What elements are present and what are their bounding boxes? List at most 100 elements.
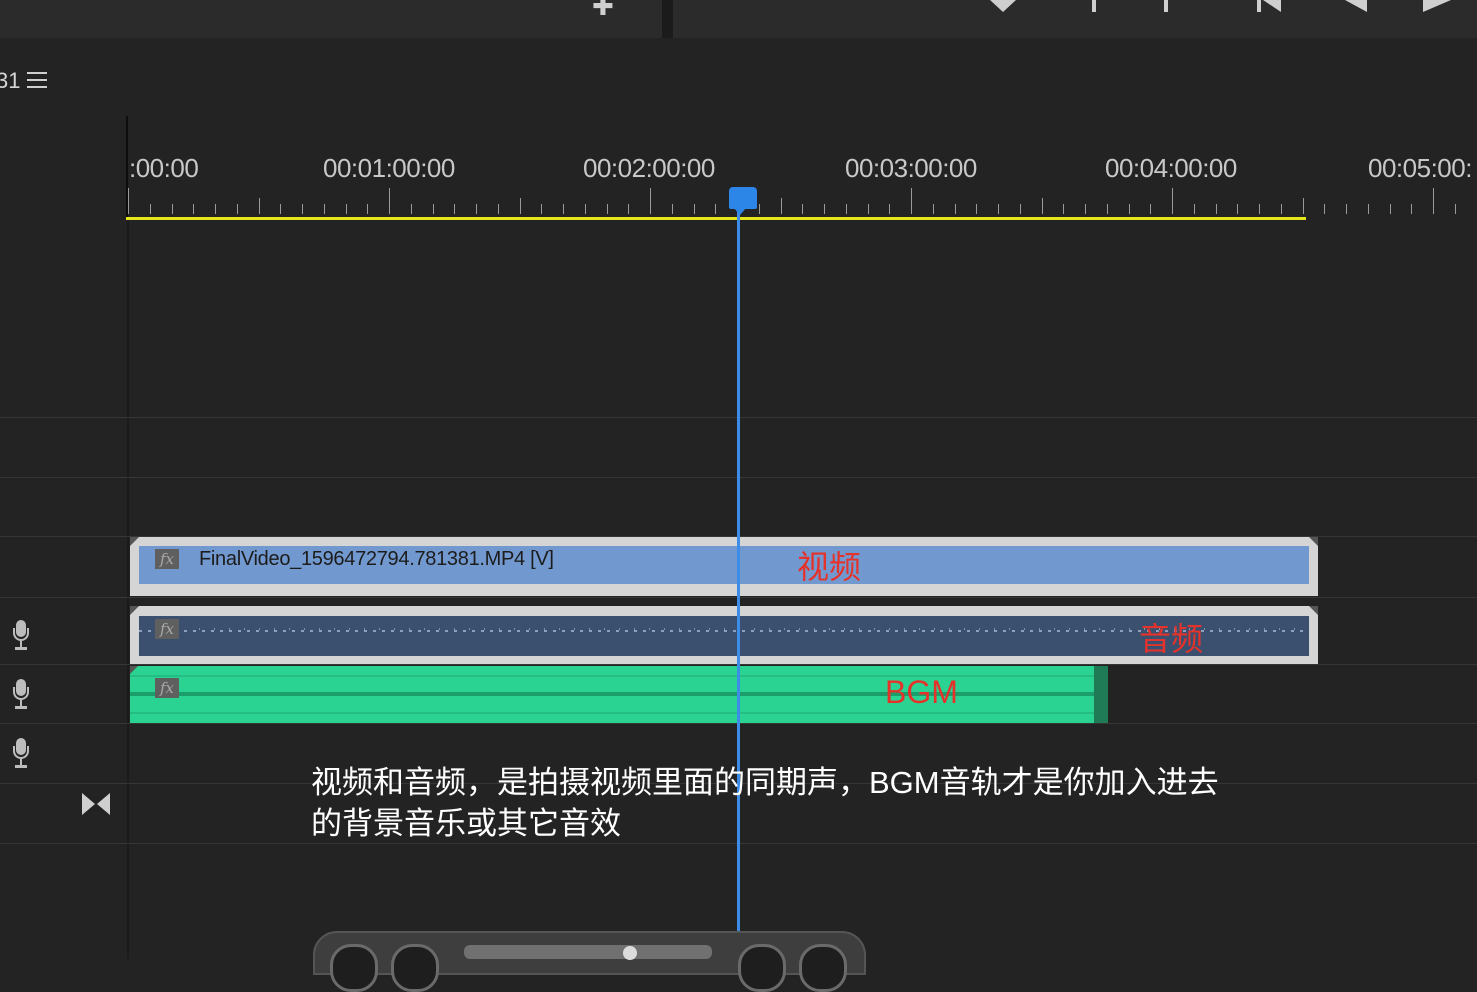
- work-area-bar[interactable]: [126, 217, 1306, 220]
- ruler-tick: [1150, 204, 1151, 214]
- clip-corner: [130, 537, 139, 546]
- clip-corner: [1309, 606, 1318, 615]
- ruler-tick: [1455, 204, 1456, 214]
- ruler-tick: [324, 204, 325, 214]
- zoom-in-button[interactable]: [799, 944, 847, 992]
- ruler-tick: [454, 204, 455, 214]
- ruler-tick: [280, 204, 281, 214]
- ruler-tick: [193, 204, 194, 214]
- ruler-tick: [585, 204, 586, 214]
- annotation-audio: 音频: [1139, 614, 1203, 660]
- ruler-tick: [1020, 204, 1021, 214]
- column-divider: [127, 220, 129, 959]
- ruler-tick: [367, 204, 368, 214]
- ruler-tick: [172, 204, 173, 214]
- ruler-tick: [976, 204, 977, 214]
- ruler-tick: [715, 204, 716, 214]
- ruler-tick: [1368, 204, 1369, 214]
- ruler-tick: [215, 204, 216, 214]
- ruler-tick: [476, 204, 477, 214]
- ruler-tick: [237, 204, 238, 214]
- ruler-tick: [650, 188, 651, 214]
- top-toolbar-left: [0, 0, 662, 38]
- ruler-tick: [433, 204, 434, 214]
- timecode-5: 00:05:00:: [1368, 153, 1472, 184]
- ruler-tick: [150, 204, 151, 214]
- zoom-out-button[interactable]: [330, 944, 378, 992]
- ruler-tick: [389, 188, 390, 214]
- out-point-icon[interactable]: [1164, 0, 1168, 12]
- menu-icon[interactable]: [27, 72, 47, 93]
- ruler-tick: [1390, 204, 1391, 214]
- timecode-3: 00:03:00:00: [845, 153, 977, 184]
- clip-corner: [1309, 537, 1318, 546]
- fx-badge[interactable]: fx: [155, 619, 179, 639]
- ruler-tick: [1303, 198, 1304, 214]
- clip-corner: [130, 666, 138, 674]
- ruler-tick: [759, 204, 760, 214]
- scroll-thumb[interactable]: [464, 945, 712, 959]
- ruler-edge: [126, 116, 128, 220]
- ruler-tick: [541, 204, 542, 214]
- microphone-icon[interactable]: [13, 679, 29, 711]
- panel-gap: [662, 0, 673, 38]
- ruler-tick: [128, 188, 129, 214]
- ruler-tick: [1433, 188, 1434, 214]
- timecode-4: 00:04:00:00: [1105, 153, 1237, 184]
- clip-corner: [130, 606, 139, 615]
- ruler-tick: [1107, 204, 1108, 214]
- sequence-bar: [0, 38, 1477, 116]
- ruler-tick: [1281, 204, 1282, 214]
- ruler-tick: [1259, 204, 1260, 214]
- add-marker-icon[interactable]: ✚: [592, 0, 614, 16]
- annotation-video: 视频: [797, 542, 861, 588]
- bgm-clip[interactable]: fx: [130, 666, 1108, 723]
- fx-badge[interactable]: fx: [155, 678, 179, 698]
- scroll-left-button[interactable]: [391, 944, 439, 992]
- ruler-tick: [781, 198, 782, 214]
- ruler-tick: [889, 204, 890, 214]
- ruler-tick: [1085, 204, 1086, 214]
- microphone-icon[interactable]: [13, 620, 29, 652]
- ruler-tick: [933, 204, 934, 214]
- ruler-tick: [1172, 188, 1173, 214]
- scroll-right-button[interactable]: [738, 944, 786, 992]
- ruler-tick: [1216, 204, 1217, 214]
- sequence-name[interactable]: 31: [0, 68, 20, 94]
- step-back-icon[interactable]: [1345, 0, 1367, 12]
- ruler-tick: [846, 204, 847, 214]
- ruler-tick: [694, 204, 695, 214]
- ruler-tick: [998, 204, 999, 214]
- ruler-tick: [1042, 198, 1043, 214]
- explanation-caption: 视频和音频，是拍摄视频里面的同期声，BGM音轨才是你加入进去 的背景音乐或其它音…: [311, 762, 1271, 844]
- ruler-tick: [302, 204, 303, 214]
- fx-badge[interactable]: fx: [155, 549, 179, 569]
- ruler-tick: [672, 204, 673, 214]
- ruler-tick: [911, 188, 912, 214]
- microphone-icon[interactable]: [13, 738, 29, 770]
- caption-line-2: 的背景音乐或其它音效: [311, 803, 1271, 844]
- playhead-tip: [733, 207, 747, 215]
- ruler-tick: [259, 198, 260, 214]
- in-point-icon[interactable]: [1092, 0, 1096, 12]
- ruler-tick: [520, 198, 521, 214]
- ruler-tick: [563, 204, 564, 214]
- caption-line-1: 视频和音频，是拍摄视频里面的同期声，BGM音轨才是你加入进去: [311, 762, 1271, 803]
- timecode-0: :00:00: [129, 153, 198, 184]
- ruler-tick: [411, 204, 412, 214]
- video-clip[interactable]: fx FinalVideo_1596472794.781381.MP4 [V]: [130, 537, 1318, 596]
- ruler-tick: [868, 204, 869, 214]
- scroll-knob[interactable]: [623, 946, 637, 960]
- playhead-handle[interactable]: [729, 187, 757, 209]
- transition-icon[interactable]: [82, 793, 112, 815]
- audio-clip-body: [139, 616, 1309, 656]
- video-clip-name: FinalVideo_1596472794.781381.MP4 [V]: [199, 548, 554, 571]
- audio-waveform: [139, 616, 1309, 656]
- timecode-2: 00:02:00:00: [583, 153, 715, 184]
- ruler-tick: [1194, 204, 1195, 214]
- timecode-1: 00:01:00:00: [323, 153, 455, 184]
- play-icon[interactable]: [1423, 0, 1451, 12]
- ruler-tick: [1346, 204, 1347, 214]
- go-to-in-icon[interactable]: [1257, 0, 1283, 12]
- marker-icon[interactable]: [990, 0, 1016, 12]
